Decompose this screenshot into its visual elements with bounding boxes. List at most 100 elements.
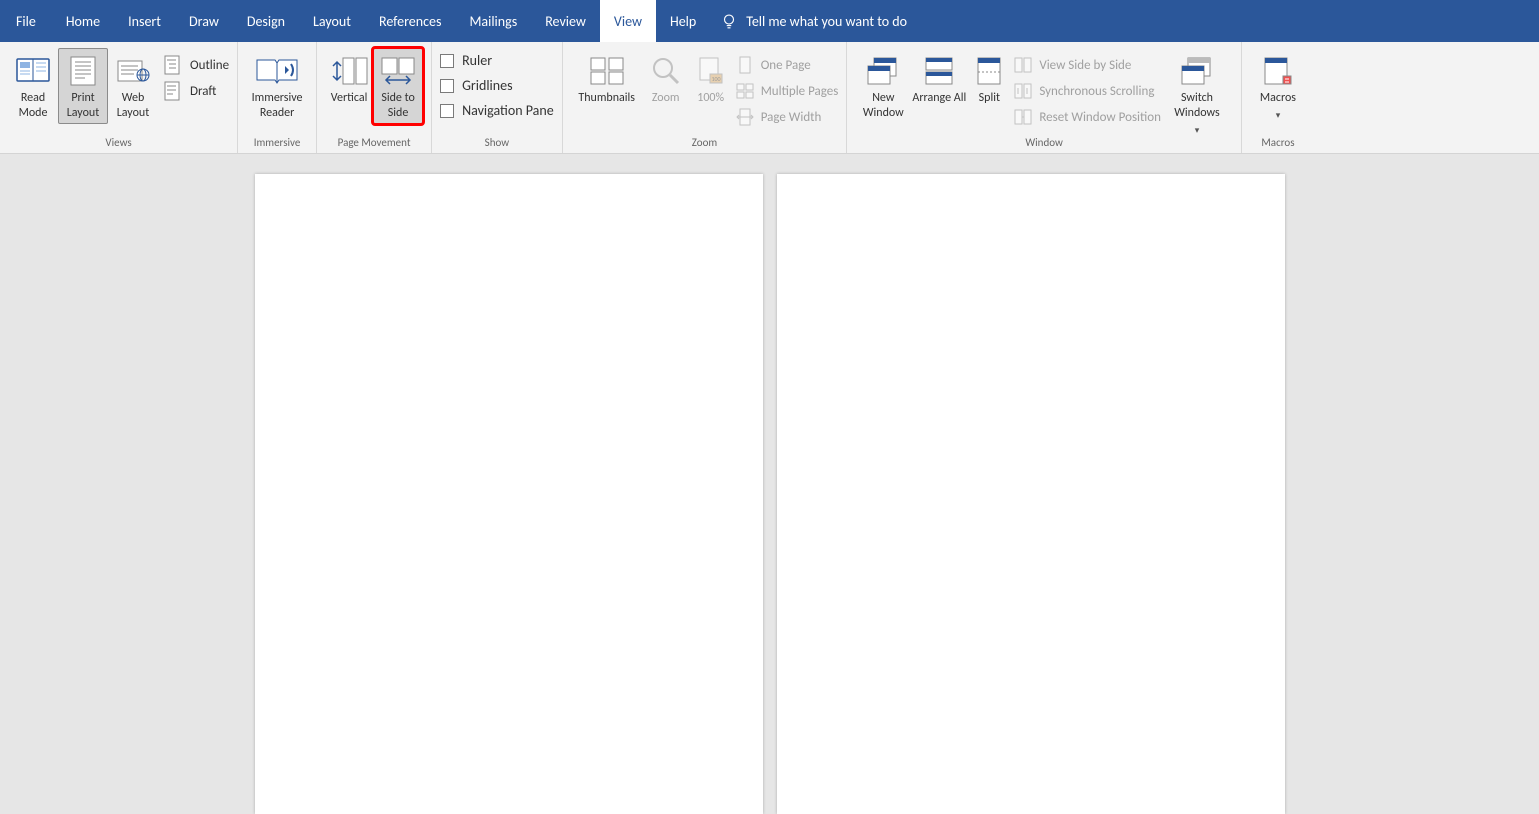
chevron-down-icon: ▾ [1260,108,1296,123]
tab-help[interactable]: Help [656,0,710,42]
read-mode-label: Read Mode [9,91,57,121]
switch-windows-button[interactable]: Switch Windows▾ [1161,48,1233,130]
arrange-all-icon [922,51,956,91]
navigation-pane-label: Navigation Pane [462,102,554,119]
navigation-pane-checkbox[interactable]: Navigation Pane [440,102,554,119]
reset-window-position-icon [1013,107,1033,127]
gridlines-label: Gridlines [462,77,513,94]
group-zoom-label: Zoom [571,136,839,153]
read-mode-button[interactable]: Read Mode [8,48,58,124]
vertical-label: Vertical [331,91,368,106]
multiple-pages-button: Multiple Pages [735,78,839,104]
outline-button[interactable]: Outline [164,52,229,78]
document-workspace[interactable] [0,154,1539,799]
reset-window-position-button: Reset Window Position [1013,104,1161,130]
zoom-label: Zoom [652,91,680,106]
group-immersive: Immersive Reader Immersive [238,42,317,153]
one-page-icon [735,55,755,75]
immersive-reader-label: Immersive Reader [247,91,307,121]
group-window-label: Window [855,136,1233,153]
group-macros: Macros ▾ Macros [1242,42,1314,153]
side-to-side-icon [376,51,420,91]
switch-windows-label: Switch Windows [1162,91,1232,121]
page-width-icon [735,107,755,127]
gridlines-checkbox[interactable]: Gridlines [440,77,554,94]
group-zoom: Thumbnails Zoom 100 100% One Page [563,42,848,153]
tab-layout[interactable]: Layout [299,0,365,42]
tell-me-placeholder: Tell me what you want to do [746,13,907,30]
checkbox-icon [440,79,454,93]
zoom-button: Zoom [643,48,689,130]
outline-icon [164,55,184,75]
tab-draw[interactable]: Draw [175,0,233,42]
vertical-button[interactable]: Vertical [325,48,373,124]
reset-window-position-label: Reset Window Position [1039,110,1161,125]
tab-design[interactable]: Design [233,0,299,42]
group-immersive-label: Immersive [246,136,308,153]
tab-home[interactable]: Home [52,0,114,42]
synchronous-scrolling-label: Synchronous Scrolling [1039,84,1154,99]
multiple-pages-icon [735,81,755,101]
zoom-icon [651,51,681,91]
tab-review[interactable]: Review [531,0,600,42]
thumbnails-button[interactable]: Thumbnails [571,48,643,130]
macros-label: Macros [1260,91,1296,106]
ruler-checkbox[interactable]: Ruler [440,52,554,69]
new-window-icon [866,51,900,91]
read-mode-icon [16,51,50,91]
multiple-pages-label: Multiple Pages [761,84,839,99]
macros-button[interactable]: Macros ▾ [1250,48,1306,124]
one-page-button: One Page [735,52,839,78]
group-views: Read Mode Print Layout Web Layout Outlin… [0,42,238,153]
svg-text:100: 100 [711,75,720,83]
macros-icon [1261,51,1295,91]
side-to-side-button[interactable]: Side to Side [373,48,423,124]
one-page-label: One Page [761,58,811,73]
vertical-icon [329,51,369,91]
synchronous-scrolling-icon [1013,81,1033,101]
document-page-2[interactable] [777,174,1285,814]
tab-file[interactable]: File [0,0,52,42]
group-page-movement: Vertical Side to Side Page Movement [317,42,432,153]
tab-mailings[interactable]: Mailings [455,0,531,42]
outline-label: Outline [190,58,229,73]
side-to-side-label: Side to Side [374,91,422,121]
ribbon-tabs: File Home Insert Draw Design Layout Refe… [0,0,1539,42]
new-window-button[interactable]: New Window [855,48,911,130]
split-icon [974,51,1004,91]
zoom-100-button: 100 100% [689,48,733,130]
ribbon: Read Mode Print Layout Web Layout Outlin… [0,42,1539,154]
group-views-label: Views [8,136,229,153]
tab-references[interactable]: References [365,0,455,42]
immersive-reader-button[interactable]: Immersive Reader [246,48,308,124]
tab-view[interactable]: View [600,0,656,42]
checkbox-icon [440,104,454,118]
web-layout-button[interactable]: Web Layout [108,48,158,124]
thumbnails-icon [589,51,625,91]
tab-insert[interactable]: Insert [114,0,175,42]
document-page-1[interactable] [255,174,763,814]
web-layout-label: Web Layout [109,91,157,121]
group-show-label: Show [440,136,554,153]
split-button[interactable]: Split [967,48,1011,130]
switch-windows-icon [1180,51,1214,91]
print-layout-label: Print Layout [59,91,107,121]
thumbnails-label: Thumbnails [578,91,635,106]
print-layout-button[interactable]: Print Layout [58,48,108,124]
checkbox-icon [440,54,454,68]
group-macros-label: Macros [1250,136,1306,153]
tell-me-search[interactable]: Tell me what you want to do [720,12,907,30]
web-layout-icon [116,51,150,91]
view-side-by-side-label: View Side by Side [1039,58,1131,73]
zoom-100-icon: 100 [696,51,726,91]
draft-label: Draft [190,84,216,99]
arrange-all-button[interactable]: Arrange All [911,48,967,130]
page-width-label: Page Width [761,110,822,125]
group-show: Ruler Gridlines Navigation Pane Show [432,42,563,153]
group-page-movement-label: Page Movement [325,136,423,153]
ruler-label: Ruler [462,52,492,69]
view-side-by-side-button: View Side by Side [1013,52,1161,78]
draft-icon [164,81,184,101]
draft-button[interactable]: Draft [164,78,229,104]
synchronous-scrolling-button: Synchronous Scrolling [1013,78,1161,104]
